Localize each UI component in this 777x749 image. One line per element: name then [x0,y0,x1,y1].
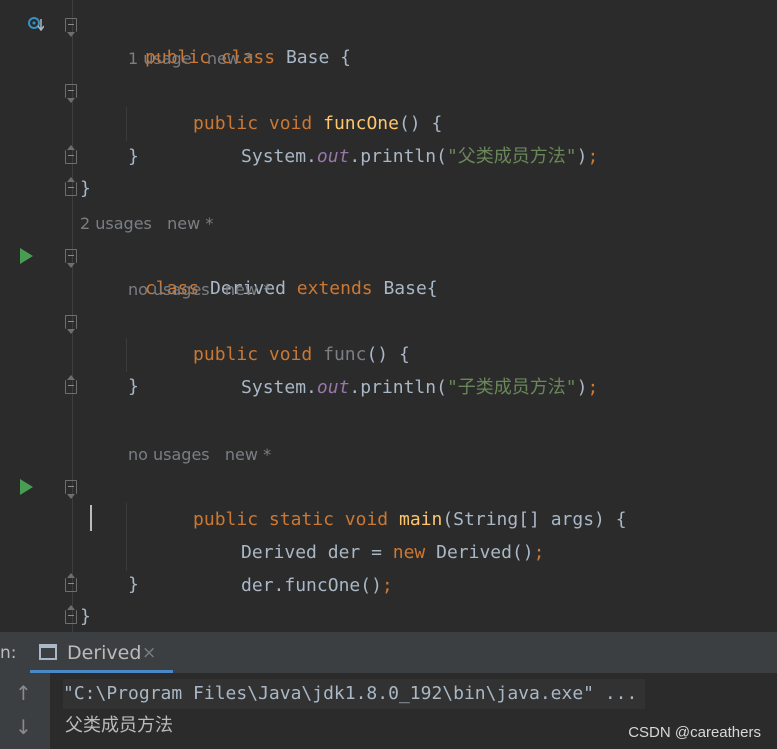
watermark: CSDN @careathers [628,724,761,741]
semicolon: ; [587,377,599,398]
code-line-println-child[interactable]: System.out.println("子类成员方法"); [0,338,598,398]
code-text: Base{ [372,278,438,299]
code-line-brace[interactable]: } [0,568,139,601]
fold-icon[interactable] [65,249,77,268]
code-text: ) [576,377,588,398]
inlay-hint[interactable]: no usages new * [128,438,271,471]
author-hint: new * [206,49,253,68]
code-line-brace[interactable]: } [0,140,139,173]
fold-icon[interactable] [65,84,77,103]
inlay-hint[interactable]: 1 usage new * [128,42,253,75]
code-text: } [80,178,91,199]
fold-icon[interactable] [65,177,77,196]
code-text: } [80,606,91,627]
semicolon: ; [587,146,599,167]
string-literal: "子类成员方法" [446,377,577,398]
code-text: } [128,146,139,167]
code-line-func[interactable]: public void func() { [0,305,410,365]
inlay-hint[interactable]: 2 usages new * [80,207,213,240]
semicolon: ; [533,542,545,563]
semicolon: ; [381,575,393,596]
keyword: new [392,542,426,563]
code-text: } [128,376,139,397]
code-line-main[interactable]: public static void main(String[] args) { [0,470,627,530]
code-editor[interactable]: public class Base { 1 usage new * public… [0,0,777,632]
static-field: out [316,146,350,167]
keyword: extends [296,278,373,299]
code-line-brace[interactable]: } [0,600,91,633]
run-tab-bar: n: Derived × [0,633,777,673]
code-line-println-parent[interactable]: System.out.println("父类成员方法"); [0,107,598,167]
code-text: Derived() [425,542,534,563]
fold-icon[interactable] [65,375,77,394]
usages-hint[interactable]: 2 usages [80,214,152,233]
fold-icon[interactable] [65,605,77,624]
inlay-hint[interactable]: no usages new * [128,273,271,306]
author-hint: new * [224,280,272,299]
arrow-up-icon[interactable]: ↑ [15,681,32,705]
code-text: .println( [349,146,447,167]
static-field: out [316,377,350,398]
fold-icon[interactable] [65,573,77,592]
code-line-call-funcone[interactable]: der.funcOne(); [0,536,393,596]
code-line-class-derived[interactable]: class Derived extends Base{ [0,239,438,299]
indent-guide [126,503,127,571]
code-line-brace[interactable]: } [0,370,139,403]
code-line-funcone[interactable]: public void funcOne() { [0,74,442,134]
code-text: System. [241,146,317,167]
usages-hint[interactable]: no usages [128,280,210,299]
tool-window-title: n: [0,643,17,663]
code-text: .println( [349,377,447,398]
author-hint: new * [167,214,214,233]
console-output-line: 父类成员方法 [65,715,173,736]
author-hint: new * [224,445,272,464]
code-text: } [128,574,139,595]
fold-icon[interactable] [65,145,77,164]
code-text: System. [241,377,317,398]
console-command-line[interactable]: "C:\Program Files\Java\jdk1.8.0_192\bin\… [63,679,646,709]
usages-hint[interactable]: 1 usage [128,49,192,68]
run-tool-window: n: Derived × ↑ ↓ "C:\Program Files\Java\… [0,632,777,749]
run-toolbar: ↑ ↓ [0,673,50,749]
indent-guide [126,107,127,141]
string-literal: "父类成员方法" [446,146,577,167]
tab-derived[interactable]: Derived × [30,633,173,673]
code-text: Base { [285,47,351,68]
code-text: ) [576,146,588,167]
text-cursor [90,505,92,531]
close-icon[interactable]: × [142,633,156,673]
code-line-brace[interactable]: } [0,172,91,205]
console-icon [39,644,57,660]
code-text: der.funcOne() [241,575,382,596]
fold-icon[interactable] [65,480,77,499]
code-line-new-derived[interactable]: Derived der = new Derived(); [0,503,544,563]
code-line-class-base[interactable]: public class Base { [0,8,351,68]
fold-icon[interactable] [65,18,77,37]
usages-hint[interactable]: no usages [128,445,210,464]
indent-guide [126,338,127,372]
arrow-down-icon[interactable]: ↓ [15,715,32,739]
fold-icon[interactable] [65,315,77,334]
tab-label: Derived [67,642,142,664]
